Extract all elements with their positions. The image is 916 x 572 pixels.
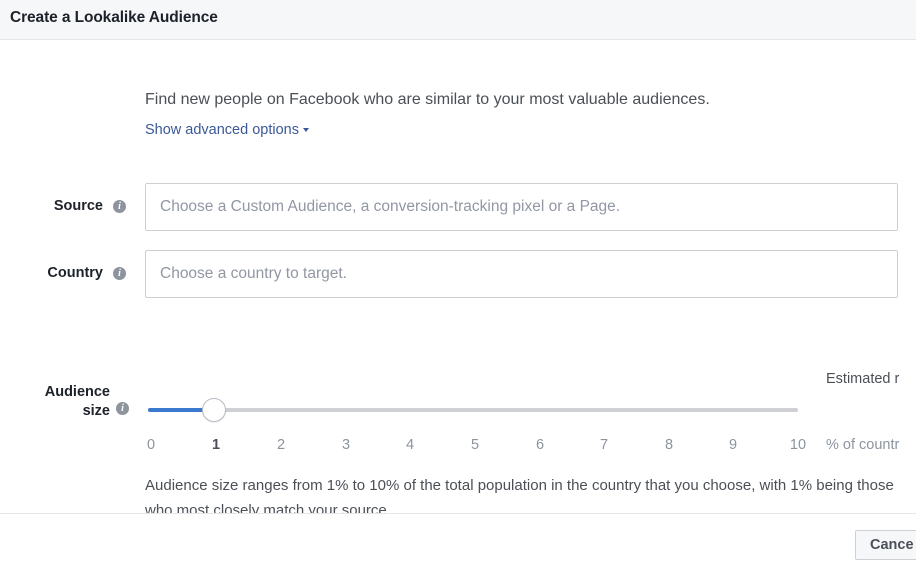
slider-tick-4: 4: [405, 437, 415, 453]
audience-size-label-line2: size: [82, 403, 110, 419]
slider-tick-2: 2: [276, 437, 286, 453]
advanced-options-label: Show advanced options: [145, 122, 299, 138]
audience-size-label-line1: Audience: [44, 384, 110, 400]
slider-tick-8: 8: [664, 437, 674, 453]
field-row-source: Source i: [0, 183, 916, 231]
dialog-footer: Cance: [0, 513, 916, 572]
source-input[interactable]: [145, 183, 898, 231]
source-label: Source: [53, 198, 103, 214]
estimated-reach-label: Estimated r: [826, 371, 900, 387]
slider-unit-label: % of countr: [826, 437, 900, 453]
slider-tick-labels: 0 1 2 3 4 5 6 7 8 9 10 % of countr: [0, 437, 916, 459]
country-input[interactable]: [145, 250, 898, 298]
intro-description: Find new people on Facebook who are simi…: [145, 91, 710, 108]
page-title: Create a Lookalike Audience: [10, 9, 218, 26]
field-row-country: Country i: [0, 250, 916, 298]
slider-tick-3: 3: [341, 437, 351, 453]
chevron-down-icon: [302, 128, 309, 132]
slider-tick-1: 1: [211, 437, 221, 453]
slider-tick-9: 9: [728, 437, 738, 453]
slider-tick-10: 10: [789, 437, 807, 453]
audience-size-label: Audience size: [20, 383, 110, 421]
slider-thumb[interactable]: [202, 398, 226, 422]
lookalike-audience-dialog: Create a Lookalike Audience Find new peo…: [0, 0, 916, 572]
dialog-header: Create a Lookalike Audience: [0, 0, 916, 40]
country-label: Country: [47, 265, 103, 281]
dialog-body: Find new people on Facebook who are simi…: [0, 41, 916, 519]
country-info-icon[interactable]: i: [113, 267, 126, 280]
slider-tick-7: 7: [599, 437, 609, 453]
slider-tick-0: 0: [146, 437, 156, 453]
audience-size-info-icon[interactable]: i: [116, 402, 129, 415]
slider-tick-5: 5: [470, 437, 480, 453]
source-info-icon[interactable]: i: [113, 200, 126, 213]
cancel-button[interactable]: Cance: [855, 530, 916, 560]
slider-tick-6: 6: [535, 437, 545, 453]
audience-size-slider[interactable]: [148, 398, 798, 422]
show-advanced-options-link[interactable]: Show advanced options: [145, 122, 309, 138]
